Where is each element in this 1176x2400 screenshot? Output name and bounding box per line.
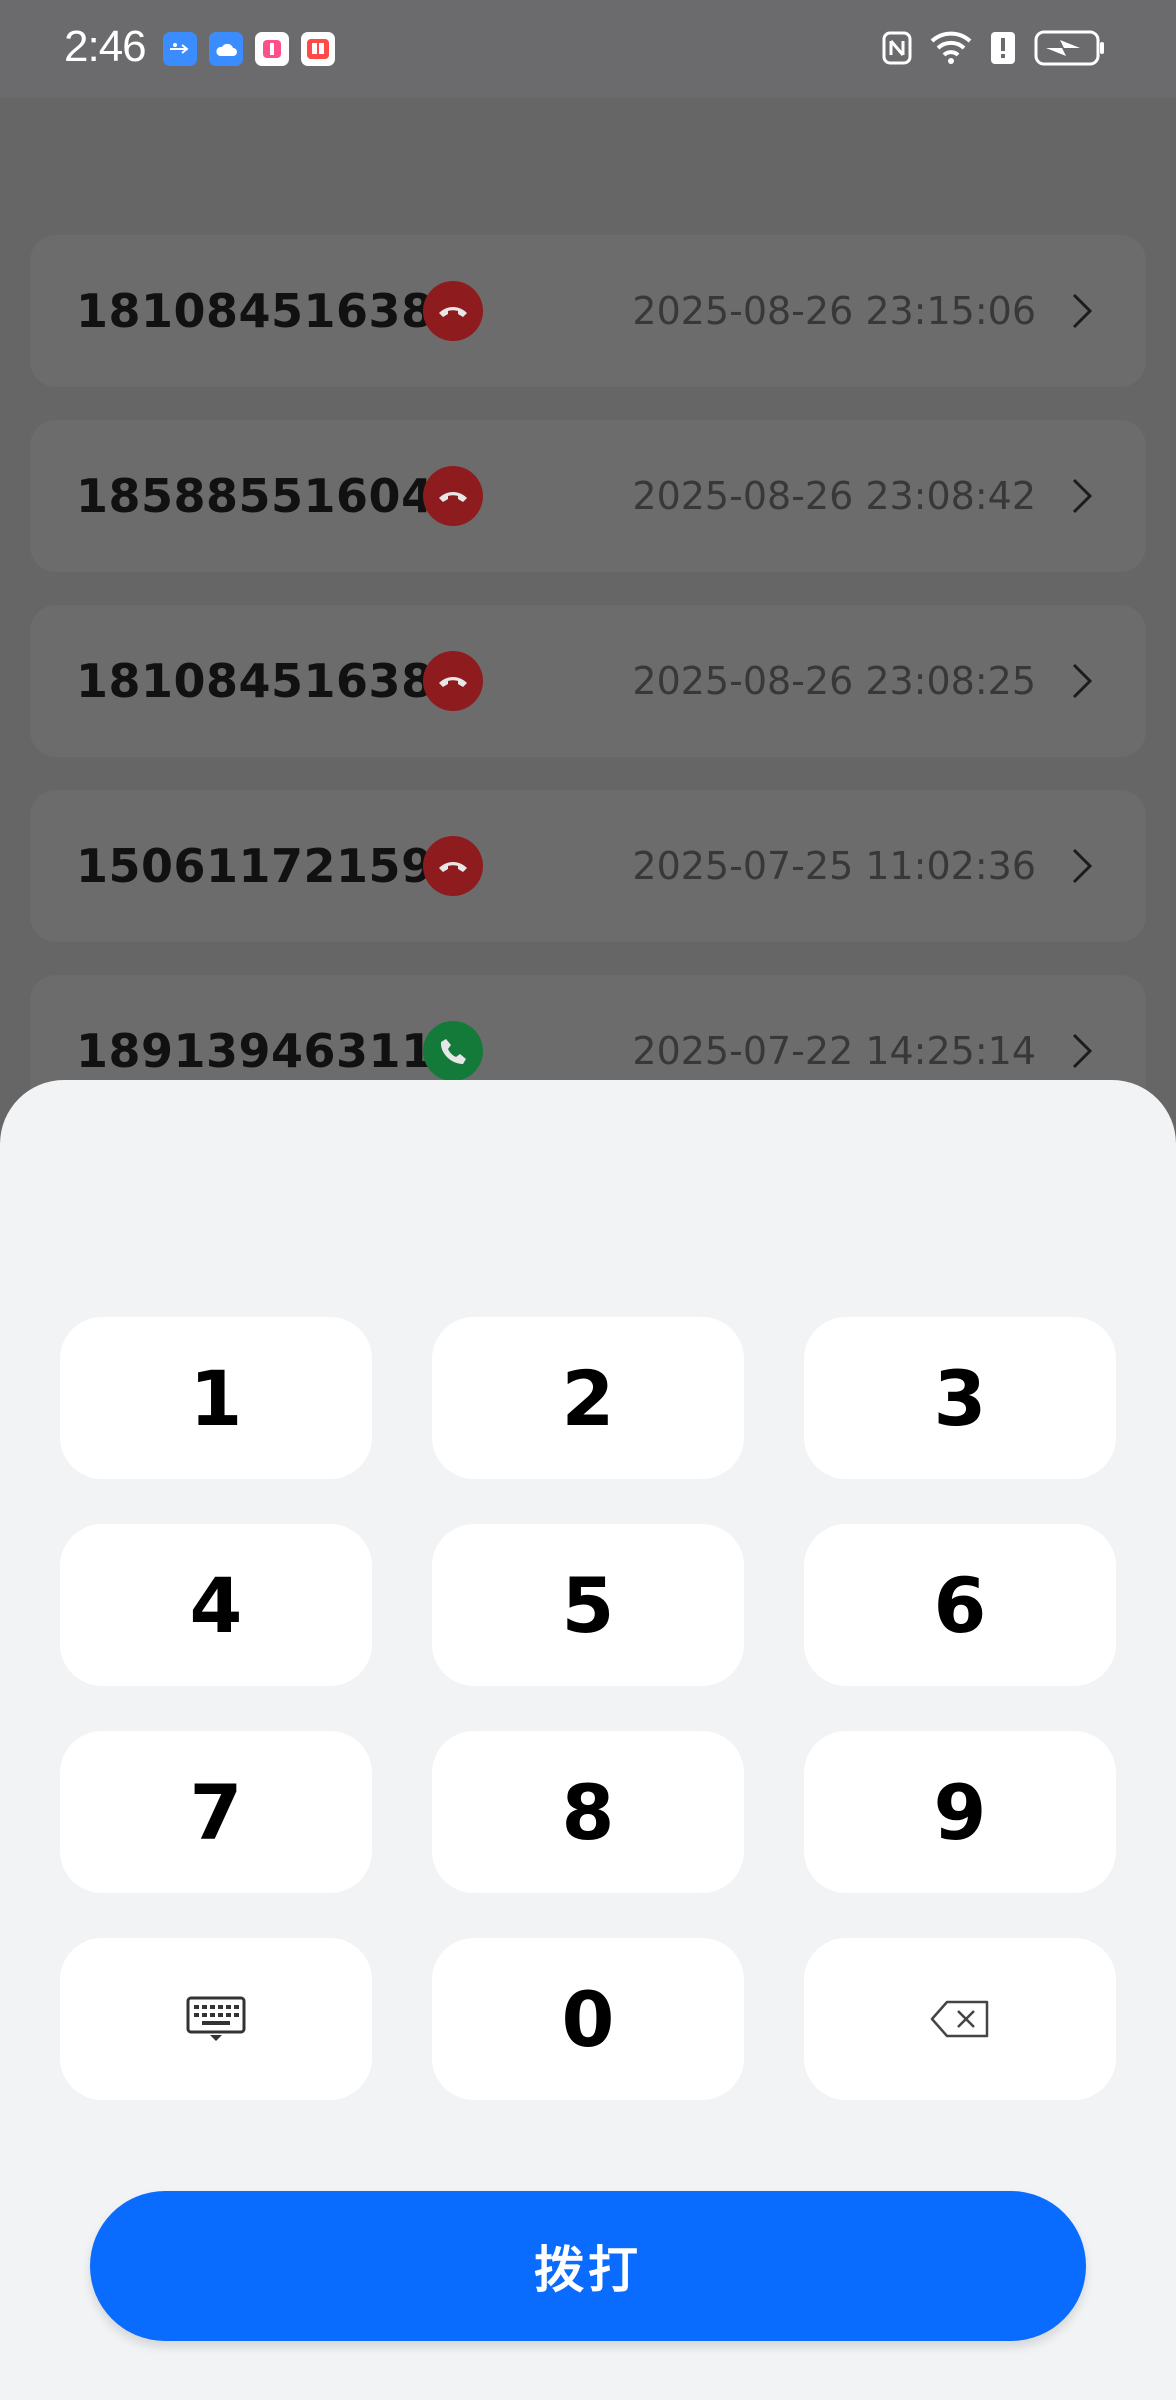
app-icon <box>255 32 289 66</box>
dialer-sheet: 1 2 3 4 5 6 7 8 9 0 拨打 <box>0 1080 1176 2400</box>
key-4[interactable]: 4 <box>60 1524 372 1686</box>
missed-call-icon <box>423 281 483 341</box>
key-7[interactable]: 7 <box>60 1731 372 1893</box>
notification-icons <box>163 32 335 66</box>
key-3[interactable]: 3 <box>804 1317 1116 1479</box>
battery-charging-icon <box>1034 30 1106 70</box>
status-bar: 2:46 <box>0 0 1176 98</box>
phone-number: 18108451638 <box>76 654 434 708</box>
nfc-icon <box>882 31 912 69</box>
call-log-item[interactable]: 18108451638 2025-08-26 23:08:25 <box>30 605 1146 757</box>
key-8[interactable]: 8 <box>432 1731 744 1893</box>
call-log-item[interactable]: 18588551604 2025-08-26 23:08:42 <box>30 420 1146 572</box>
answered-call-icon <box>423 1021 483 1081</box>
missed-call-icon <box>423 836 483 896</box>
keyboard-toggle-button[interactable] <box>60 1938 372 2100</box>
key-2[interactable]: 2 <box>432 1317 744 1479</box>
keyboard-icon <box>186 1996 246 2041</box>
backspace-icon <box>930 2000 989 2038</box>
cloud-icon <box>209 32 243 66</box>
phone-number: 18108451638 <box>76 284 434 338</box>
chevron-right-icon <box>1072 478 1093 514</box>
status-time: 2:46 <box>64 22 147 71</box>
call-time: 2025-07-25 11:02:36 <box>632 844 1036 888</box>
call-time: 2025-07-22 14:25:14 <box>632 1029 1036 1073</box>
key-0[interactable]: 0 <box>432 1938 744 2100</box>
alert-icon <box>990 31 1016 69</box>
key-9[interactable]: 9 <box>804 1731 1116 1893</box>
call-time: 2025-08-26 23:08:42 <box>632 474 1036 518</box>
system-icons <box>882 30 1106 70</box>
chevron-right-icon <box>1072 848 1093 884</box>
chevron-right-icon <box>1072 663 1093 699</box>
key-5[interactable]: 5 <box>432 1524 744 1686</box>
chevron-right-icon <box>1072 293 1093 329</box>
key-6[interactable]: 6 <box>804 1524 1116 1686</box>
wifi-icon <box>930 31 972 69</box>
call-time: 2025-08-26 23:15:06 <box>632 289 1036 333</box>
missed-call-icon <box>423 466 483 526</box>
usb-icon <box>163 32 197 66</box>
phone-number: 18913946311 <box>76 1024 434 1078</box>
key-1[interactable]: 1 <box>60 1317 372 1479</box>
backspace-button[interactable] <box>804 1938 1116 2100</box>
phone-number: 18588551604 <box>76 469 434 523</box>
chevron-right-icon <box>1072 1033 1093 1069</box>
phone-number: 15061172159 <box>76 839 434 893</box>
book-icon <box>301 32 335 66</box>
missed-call-icon <box>423 651 483 711</box>
call-log-item[interactable]: 18108451638 2025-08-26 23:15:06 <box>30 235 1146 387</box>
call-button[interactable]: 拨打 <box>90 2191 1086 2341</box>
call-time: 2025-08-26 23:08:25 <box>632 659 1036 703</box>
call-log-item[interactable]: 15061172159 2025-07-25 11:02:36 <box>30 790 1146 942</box>
